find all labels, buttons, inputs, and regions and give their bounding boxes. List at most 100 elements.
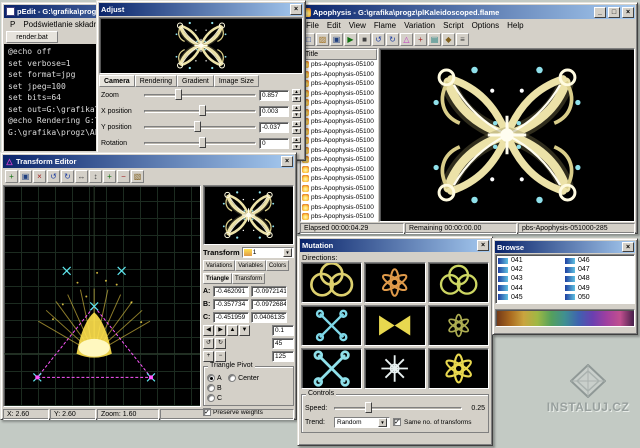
y-position-slider[interactable] — [144, 121, 256, 133]
gradient-list-item[interactable]: 046 — [565, 256, 632, 265]
slider-track[interactable] — [144, 94, 256, 97]
mutation-thumb[interactable] — [301, 348, 363, 389]
mutation-thumb[interactable] — [427, 305, 489, 346]
adjust-close-button[interactable]: × — [290, 4, 302, 15]
zoom-slider[interactable] — [144, 89, 256, 101]
slider-thumb[interactable] — [175, 89, 183, 100]
te-close-button[interactable]: × — [281, 156, 293, 167]
scale-up-icon[interactable]: + — [203, 351, 214, 362]
tab-variables[interactable]: Variables — [235, 260, 266, 271]
transform-selector[interactable]: 1 ▼ — [241, 247, 294, 258]
pivot-option-a[interactable]: A — [207, 373, 222, 383]
menu-help[interactable]: Help — [503, 21, 527, 30]
flame-list-header[interactable]: Title — [301, 49, 377, 60]
mutation-thumb[interactable] — [364, 262, 426, 303]
x-position-slider[interactable] — [144, 105, 256, 117]
menu-flame[interactable]: Flame — [370, 21, 400, 30]
spin-up-icon[interactable]: ▲ — [292, 136, 301, 143]
flame-list-item[interactable]: pbs-Apophysis-05100 — [301, 117, 377, 127]
variation-preview-icon[interactable]: ▧ — [131, 169, 144, 183]
flame-list-item[interactable]: pbs-Apophysis-05100 — [301, 146, 377, 156]
flame-list-item[interactable]: pbs-Apophysis-05100 — [301, 108, 377, 118]
flame-list-item[interactable]: pbs-Apophysis-05100 — [301, 212, 377, 222]
flame-list-item[interactable]: pbs-Apophysis-05100 — [301, 165, 377, 175]
flame-list-item[interactable]: pbs-Apophysis-05100 — [301, 70, 377, 80]
flip-vertical-icon[interactable]: ↕ — [89, 169, 102, 183]
browser-close-button[interactable]: × — [622, 242, 634, 252]
menu-options[interactable]: Options — [468, 21, 504, 30]
pedit-menu-item[interactable]: Podświetlanie składni — [19, 20, 104, 29]
flame-list-item[interactable]: pbs-Apophysis-05100 — [301, 79, 377, 89]
zoom-in-icon[interactable]: + — [103, 169, 116, 183]
gradient-list-item[interactable]: 048 — [565, 274, 632, 283]
tab-rendering[interactable]: Rendering — [134, 75, 177, 87]
gradient-list-item[interactable]: 047 — [565, 265, 632, 274]
rotation-slider[interactable] — [144, 137, 256, 149]
flame-list-item[interactable]: pbs-Apophysis-05100 — [301, 155, 377, 165]
rotate-right-icon[interactable]: ↻ — [61, 169, 74, 183]
duplicate-transform-icon[interactable]: ▣ — [19, 169, 32, 183]
rotate-ccw-icon[interactable]: ↺ — [203, 338, 214, 349]
gradient-list-item[interactable]: 041 — [498, 256, 565, 265]
mutation-thumb[interactable] — [301, 262, 363, 303]
flame-list-item[interactable]: pbs-Apophysis-05100 — [301, 174, 377, 184]
x-position-value[interactable]: 0.003 — [259, 105, 289, 117]
chevron-down-icon[interactable]: ▼ — [378, 417, 387, 427]
pedit-menu-item[interactable]: P — [6, 20, 19, 29]
scale-step-value[interactable]: 125 — [272, 351, 294, 362]
pedit-file-tab[interactable]: render.bat — [6, 31, 58, 43]
move-up-icon[interactable]: ▲ — [227, 325, 238, 336]
browser-titlebar[interactable]: Browse × — [495, 241, 635, 253]
pivot-option-b[interactable]: B — [207, 383, 222, 393]
chevron-down-icon[interactable]: ▼ — [283, 248, 292, 257]
undo-icon[interactable]: ↺ — [372, 33, 385, 46]
move-left-icon[interactable]: ◀ — [203, 325, 214, 336]
flame-list-item[interactable]: pbs-Apophysis-05100 — [301, 60, 377, 70]
move-down-icon[interactable]: ▼ — [239, 325, 250, 336]
gradient-list-item[interactable]: 050 — [565, 293, 632, 302]
rotate-step-value[interactable]: 45 — [272, 338, 294, 349]
move-step-value[interactable]: 0.1 — [272, 325, 294, 336]
adjust-icon[interactable]: + — [414, 33, 427, 46]
spin-up-icon[interactable]: ▲ — [292, 88, 301, 95]
coord-b-x[interactable]: -0.357734 — [213, 299, 249, 310]
radio-icon[interactable] — [207, 374, 215, 382]
checkbox-icon[interactable]: ✓ — [393, 418, 401, 426]
redo-icon[interactable]: ↻ — [386, 33, 399, 46]
coord-c-x[interactable]: -0.451959 — [213, 312, 249, 323]
spin-up-icon[interactable]: ▲ — [292, 120, 301, 127]
spin-down-icon[interactable]: ▼ — [292, 127, 301, 134]
flame-list-item[interactable]: pbs-Apophysis-05100 — [301, 193, 377, 203]
gradient-list-item[interactable]: 043 — [498, 274, 565, 283]
gradient-list-item[interactable]: 045 — [498, 293, 565, 302]
menu-view[interactable]: View — [345, 21, 370, 30]
main-maximize-button[interactable]: □ — [608, 6, 620, 18]
save-icon[interactable]: ▣ — [330, 33, 343, 46]
slider-thumb[interactable] — [198, 105, 206, 116]
zoom-out-icon[interactable]: − — [117, 169, 130, 183]
slider-track[interactable] — [334, 407, 462, 410]
flame-list-item[interactable]: pbs-Apophysis-05100 — [301, 98, 377, 108]
speed-slider[interactable] — [334, 402, 462, 414]
te-canvas[interactable] — [3, 185, 201, 407]
scale-down-icon[interactable]: − — [215, 351, 226, 362]
main-close-button[interactable]: × — [622, 6, 634, 18]
radio-icon[interactable] — [207, 384, 215, 392]
slider-thumb[interactable] — [364, 402, 372, 413]
fullscreen-icon[interactable]: ■ — [358, 33, 371, 46]
tab-image-size[interactable]: Image Size — [213, 75, 259, 87]
trend-select[interactable]: Random ▼ — [334, 416, 390, 428]
adjust-titlebar[interactable]: Adjust × — [99, 3, 303, 16]
te-titlebar[interactable]: △ Transform Editor × — [3, 155, 294, 168]
mutation-thumb[interactable] — [364, 348, 426, 389]
slider-thumb[interactable] — [194, 121, 202, 132]
tab-transform[interactable]: Transform — [232, 273, 266, 284]
y-position-value[interactable]: -0.037 — [259, 121, 289, 133]
gradient-list-item[interactable]: 044 — [498, 284, 565, 293]
mutation-titlebar[interactable]: Mutation × — [300, 239, 490, 252]
flame-list-item[interactable]: pbs-Apophysis-05100 — [301, 136, 377, 146]
render-icon[interactable]: ▶ — [344, 33, 357, 46]
flame-list-item[interactable]: pbs-Apophysis-05100 — [301, 89, 377, 99]
tab-triangle[interactable]: Triangle — [203, 273, 233, 284]
tab-camera[interactable]: Camera — [99, 75, 135, 87]
